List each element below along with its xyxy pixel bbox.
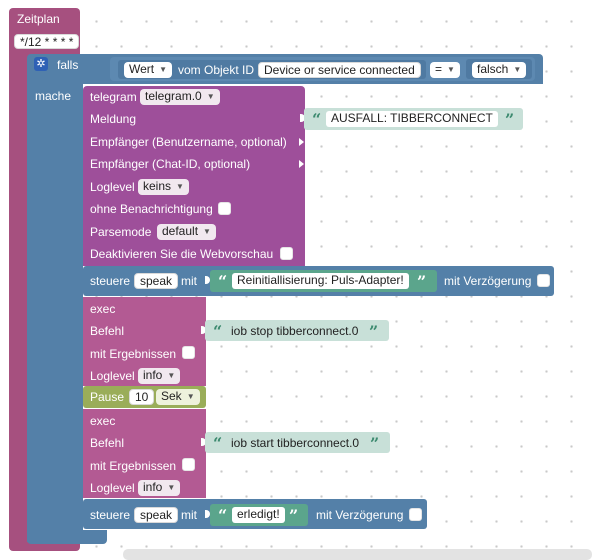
recipient-chat-socket [299, 160, 304, 168]
message-text-field[interactable]: AUSFALL: TIBBERCONNECT [326, 111, 498, 127]
control2-close-quote-icon: ” [289, 506, 299, 525]
horizontal-scrollbar[interactable] [123, 549, 592, 560]
control2-text-field[interactable]: erledigt! [232, 507, 285, 523]
control1-with-label: mit [181, 274, 197, 288]
parsemode-label: Parsemode [90, 225, 152, 239]
parsemode-dropdown[interactable]: default ▼ [157, 224, 216, 240]
disable-preview-label: Deaktivieren Sie die Webvorschau [90, 247, 274, 261]
control2-delay-label: mit Verzögerung [316, 508, 404, 522]
schedule-block-spine [9, 50, 29, 543]
control1-text-field[interactable]: Reinitiallisierung: Puls-Adapter! [232, 273, 409, 289]
if-label: falls [57, 58, 79, 72]
control2-with-label: mit [181, 508, 197, 522]
control2-delay-checkbox[interactable] [409, 508, 422, 521]
message-label: Meldung [90, 112, 137, 126]
if-block-bottom [27, 530, 107, 544]
telegram-loglevel-dropdown[interactable]: keins ▼ [138, 179, 189, 195]
schedule-title: Zeitplan [17, 12, 60, 26]
value-dropdown[interactable]: Wert ▼ [124, 62, 173, 78]
exec2-with-results-checkbox[interactable] [182, 458, 195, 471]
exec1-command-text[interactable]: iob stop tibberconnect.0 [231, 324, 358, 338]
exec1-loglevel-label: Loglevel [90, 369, 135, 383]
exec2-with-results-label: mit Ergebnissen [90, 459, 177, 473]
pause-amount-field[interactable]: 10 [129, 389, 155, 405]
exec1-open-quote-icon: “ [213, 322, 223, 341]
control2-target-field[interactable]: speak [134, 507, 179, 523]
object-id-field[interactable]: Device or service connected [258, 62, 421, 78]
exec1-command-label: Befehl [90, 324, 125, 338]
open-quote-icon: “ [312, 110, 322, 129]
control2-open-quote-icon: “ [218, 506, 228, 525]
exec2-command-text[interactable]: iob start tibberconnect.0 [231, 436, 359, 450]
schedule-cron-field[interactable]: */12 * * * * [14, 34, 80, 49]
control2-prefix: steuere [90, 508, 131, 522]
exec1-loglevel-dropdown[interactable]: info ▼ [138, 368, 181, 384]
control1-prefix: steuere [90, 274, 131, 288]
exec1-with-results-label: mit Ergebnissen [90, 347, 177, 361]
exec2-loglevel-dropdown[interactable]: info ▼ [138, 480, 181, 496]
control1-target-field[interactable]: speak [134, 273, 179, 289]
pause-unit-dropdown[interactable]: Sek ▼ [156, 389, 200, 405]
exec2-open-quote-icon: “ [213, 434, 223, 453]
control1-open-quote-icon: “ [218, 272, 228, 291]
of-object-label: vom Objekt ID [178, 63, 255, 77]
control1-delay-label: mit Verzögerung [444, 274, 532, 288]
exec1-label: exec [90, 302, 116, 316]
control1-delay-checkbox[interactable] [537, 274, 550, 287]
recipient-name-socket [299, 138, 304, 146]
recipient-chat-label: Empfänger (Chat-ID, optional) [90, 157, 251, 171]
exec1-close-quote-icon: ” [369, 322, 379, 341]
telegram-label: telegram [90, 90, 137, 104]
exec2-close-quote-icon: ” [370, 434, 380, 453]
do-label: mache [35, 89, 72, 103]
silent-checkbox[interactable] [218, 202, 231, 215]
silent-label: ohne Benachrichtigung [90, 202, 213, 216]
close-quote-icon: ” [505, 110, 515, 129]
gear-icon[interactable]: ✲ [34, 57, 48, 71]
operator-dropdown[interactable]: = ▼ [430, 62, 460, 78]
exec1-with-results-checkbox[interactable] [182, 346, 195, 359]
disable-preview-checkbox[interactable] [280, 247, 293, 260]
recipient-name-label: Empfänger (Benutzername, optional) [90, 135, 287, 149]
telegram-instance-dropdown[interactable]: telegram.0 ▼ [140, 89, 220, 105]
exec2-label: exec [90, 414, 116, 428]
exec2-loglevel-label: Loglevel [90, 481, 135, 495]
telegram-loglevel-label: Loglevel [90, 180, 135, 194]
pause-label: Pause [90, 390, 125, 404]
compare-value-dropdown[interactable]: falsch ▼ [472, 62, 527, 78]
exec2-command-label: Befehl [90, 436, 125, 450]
if-block-spine [27, 84, 83, 542]
control1-close-quote-icon: ” [417, 272, 427, 291]
